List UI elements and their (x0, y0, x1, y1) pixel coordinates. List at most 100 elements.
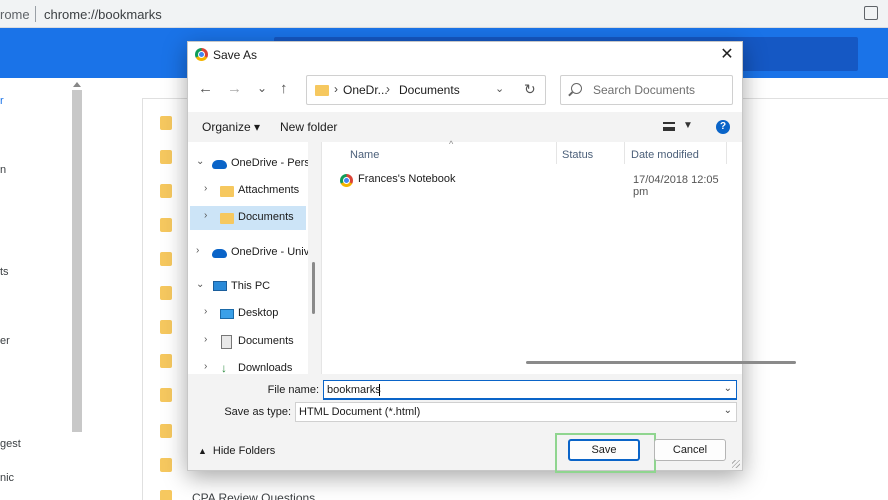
file-name-input[interactable] (327, 383, 707, 397)
tree-item-label: OneDrive - Perso (231, 157, 308, 169)
sidebar-fragment[interactable]: nic (0, 472, 14, 484)
sidebar-fragment[interactable]: er (0, 335, 10, 347)
new-folder-button[interactable]: New folder (280, 120, 337, 134)
save-as-type-label: Save as type: (224, 406, 291, 418)
back-arrow-icon[interactable]: ← (198, 80, 213, 98)
file-list: ^ Name Status Date modified Frances's No… (322, 139, 796, 374)
desktop-icon (220, 309, 234, 319)
text-cursor (379, 384, 380, 396)
bookmark-item[interactable]: CPA Review Questions (192, 491, 315, 500)
folder-icon (160, 458, 172, 472)
tree-item-onedrive-university[interactable]: › OneDrive - Unive (188, 241, 308, 265)
close-icon[interactable]: ✕ (712, 42, 742, 68)
column-divider[interactable] (726, 142, 727, 164)
column-header-status[interactable]: Status (562, 145, 593, 165)
navigation-pane: ⌄ OneDrive - Perso › Attachments › Docum… (188, 142, 308, 374)
breadcrumb-separator-icon[interactable]: › (334, 82, 338, 96)
refresh-icon[interactable]: ↻ (524, 81, 536, 98)
folder-icon (160, 424, 172, 438)
documents-icon (221, 335, 232, 349)
up-arrow-icon[interactable]: ↑ (280, 80, 288, 98)
tree-item-label: This PC (231, 280, 271, 292)
chevron-right-icon[interactable]: › (204, 210, 207, 221)
file-row[interactable]: Frances's Notebook 17/04/2018 12:05 pm (336, 170, 736, 198)
address-bar[interactable]: › OneDr... › Documents ⌄ ↻ (306, 75, 546, 105)
tree-item-label: Documents (238, 211, 294, 223)
command-bar: Organize ▾ New folder ▼ ? (188, 112, 742, 142)
save-button[interactable]: Save (568, 439, 640, 461)
file-name-field[interactable]: ⌄ (323, 380, 737, 400)
navigation-bar: ← → ⌄ ↑ › OneDr... › Documents ⌄ ↻ (188, 68, 742, 112)
sidebar-fragment[interactable]: n (0, 164, 6, 176)
cloud-icon (212, 160, 227, 169)
resize-grip-icon[interactable] (732, 460, 740, 468)
breadcrumb-onedrive[interactable]: OneDr... (343, 83, 388, 97)
tree-item-label: Documents (238, 335, 294, 347)
chevron-down-icon[interactable]: ⌄ (196, 156, 204, 167)
chevron-down-icon[interactable]: ⌄ (724, 405, 732, 416)
column-divider[interactable] (624, 142, 625, 164)
folder-icon (160, 116, 172, 130)
organize-button[interactable]: Organize ▾ (202, 120, 260, 134)
computer-icon (213, 281, 227, 291)
sidebar-fragment[interactable]: ts (0, 266, 9, 278)
browser-app-text: rome (0, 7, 30, 22)
folder-icon (315, 85, 329, 96)
chevron-down-icon[interactable]: ⌄ (724, 383, 732, 394)
chevron-right-icon[interactable]: › (204, 306, 207, 317)
address-dropdown-icon[interactable]: ⌄ (495, 82, 504, 95)
navigation-pane-scrollbar[interactable] (312, 262, 315, 314)
chrome-icon (195, 48, 208, 61)
file-date-modified: 17/04/2018 12:05 pm (633, 174, 719, 198)
dialog-titlebar[interactable]: Save As ✕ (188, 42, 742, 68)
sort-caret-icon: ^ (449, 139, 454, 149)
tree-item-label: Downloads (238, 362, 293, 374)
bookmarks-sidebar: r n ts er gest nic (0, 78, 84, 500)
view-dropdown-icon[interactable]: ▼ (683, 120, 693, 131)
sidebar-fragment[interactable]: gest (0, 438, 21, 450)
column-header-date-modified[interactable]: Date modified (631, 145, 699, 165)
hide-folders-toggle[interactable]: ▲ Hide Folders (198, 445, 275, 457)
omnibox-separator (35, 6, 36, 22)
tree-item-this-pc[interactable]: ⌄ This PC (188, 275, 308, 299)
tree-item-attachments[interactable]: › Attachments (188, 179, 308, 203)
tree-item-onedrive-personal[interactable]: ⌄ OneDrive - Perso (188, 152, 308, 176)
file-name-label: File name: (267, 384, 319, 396)
folder-icon (160, 218, 172, 232)
tree-item-documents-pc[interactable]: › Documents (188, 330, 308, 354)
browser-toolbar: rome chrome://bookmarks (0, 0, 888, 28)
help-icon[interactable]: ? (716, 120, 730, 134)
chevron-right-icon[interactable]: › (204, 183, 207, 194)
address-bar-url[interactable]: chrome://bookmarks (44, 7, 162, 22)
breadcrumb-documents[interactable]: Documents (399, 83, 460, 97)
file-name: Frances's Notebook (358, 173, 456, 185)
search-input[interactable] (593, 82, 723, 98)
dialog-title: Save As (213, 48, 258, 62)
folder-icon (220, 186, 234, 197)
folder-icon (160, 286, 172, 300)
tree-item-desktop[interactable]: › Desktop (188, 302, 308, 326)
chevron-down-icon[interactable]: ⌄ (196, 279, 204, 290)
view-options-icon[interactable] (663, 122, 675, 131)
horizontal-scrollbar[interactable] (526, 361, 796, 364)
save-as-type-select[interactable]: HTML Document (*.html) ⌄ (295, 402, 737, 422)
chevron-right-icon[interactable]: › (204, 334, 207, 345)
folder-icon (220, 213, 234, 224)
chevron-right-icon[interactable]: › (204, 361, 207, 372)
cancel-button[interactable]: Cancel (654, 439, 726, 461)
share-icon[interactable] (864, 6, 878, 20)
column-divider[interactable] (556, 142, 557, 164)
chevron-right-icon[interactable]: › (196, 245, 199, 256)
column-header-name[interactable]: Name (350, 145, 379, 165)
scroll-up-arrow-icon[interactable] (73, 82, 81, 87)
search-box[interactable] (560, 75, 733, 105)
forward-arrow-icon[interactable]: → (227, 80, 242, 98)
tree-item-documents[interactable]: › Documents (190, 206, 306, 230)
breadcrumb-separator-icon[interactable]: › (386, 82, 390, 96)
tree-item-downloads[interactable]: › ↓ Downloads (188, 357, 308, 374)
sidebar-fragment[interactable]: r (0, 95, 4, 107)
folder-icon (160, 150, 172, 164)
folder-icon (160, 252, 172, 266)
sidebar-scrollbar[interactable] (72, 90, 82, 432)
recent-locations-chevron-icon[interactable]: ⌄ (257, 79, 267, 97)
